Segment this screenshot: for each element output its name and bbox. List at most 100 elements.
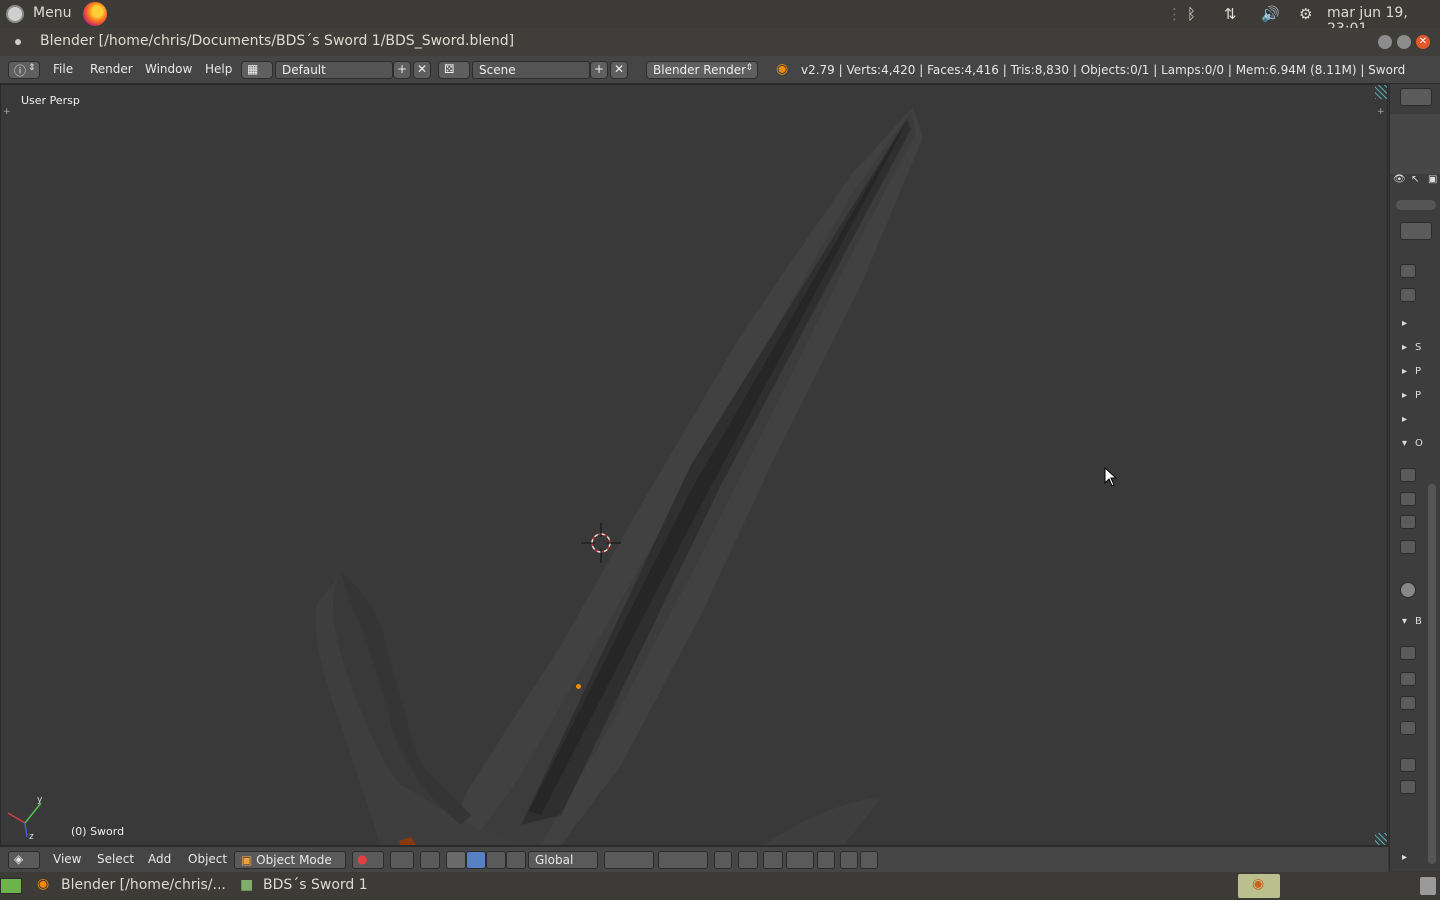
panel-collapse-icon[interactable]: ▾	[1402, 438, 1407, 449]
panel-expand-icon[interactable]: ▸	[1402, 414, 1407, 425]
copy-settings-icon[interactable]	[1400, 468, 1416, 482]
info-header: ⓘ ⇕ File Render Window Help ▦ Default + …	[0, 56, 1440, 84]
screen-layout-field[interactable]: Default	[275, 61, 393, 79]
proportional-edit-icon[interactable]	[738, 851, 758, 869]
screen-layout-selector[interactable]: ▦	[241, 61, 273, 79]
properties-editor-type-button[interactable]	[1400, 222, 1432, 240]
scale-manipulator-icon[interactable]	[486, 851, 506, 869]
scene-layers-grid-2[interactable]	[658, 851, 708, 869]
render-camera-icon[interactable]: ▣	[1428, 174, 1437, 185]
3d-view-header: ◈ View Select Add Object ▣ Object Mode ●…	[0, 846, 1388, 872]
firefox-icon[interactable]	[83, 2, 107, 26]
menu-view[interactable]: View	[53, 852, 81, 866]
3d-viewport[interactable]: User Persp y z (0) Sword + +	[0, 84, 1388, 846]
menu-file[interactable]: File	[53, 62, 73, 76]
menu-object[interactable]: Object	[188, 852, 227, 866]
toggle-icon[interactable]	[1400, 515, 1416, 529]
add-scene-button[interactable]: +	[590, 61, 608, 79]
viewport-shading-select[interactable]: ●	[352, 851, 384, 869]
visibility-eye-icon[interactable]: 👁	[1393, 174, 1406, 185]
editor-type-button[interactable]: ◈	[8, 851, 40, 869]
scene-selector[interactable]: ⚄	[438, 61, 470, 79]
pivot-point-select[interactable]	[390, 851, 414, 869]
panel-collapse-icon[interactable]: ▾	[1402, 616, 1407, 627]
overflow-dots-icon[interactable]: ⋮	[1167, 5, 1182, 23]
render-engine-select[interactable]: Blender Render ⇕	[646, 61, 758, 79]
render-layers-tab-icon[interactable]	[1400, 288, 1416, 302]
object-origin-dot[interactable]	[576, 684, 581, 689]
trash-icon[interactable]	[1420, 877, 1436, 895]
option-button[interactable]	[1400, 696, 1416, 710]
interaction-mode-label: Object Mode	[256, 853, 332, 867]
ubuntu-menu-icon[interactable]	[6, 5, 24, 23]
sword-model[interactable]	[1, 85, 1388, 846]
properties-toggle-icon[interactable]: +	[1377, 107, 1385, 117]
bake-camera-icon[interactable]	[1400, 646, 1416, 660]
3d-cursor-icon[interactable]	[581, 523, 621, 563]
translate-manipulator-icon[interactable]	[446, 851, 466, 869]
taskbar-item-folder[interactable]: BDS´s Sword 1	[263, 877, 368, 893]
workspace-indicator[interactable]: ◉	[1238, 874, 1280, 898]
scene-field[interactable]: Scene	[472, 61, 590, 79]
transform-icon[interactable]	[506, 851, 526, 869]
editor-type-button[interactable]: ⓘ ⇕	[8, 61, 40, 79]
rotate-manipulator-icon[interactable]	[466, 851, 486, 869]
film-icon[interactable]	[1400, 540, 1416, 554]
taskbar-item-blender[interactable]: Blender [/home/chris/...	[61, 877, 226, 893]
panel-label: S	[1415, 342, 1422, 353]
show-desktop-icon[interactable]	[0, 878, 22, 894]
layer-lock-icon[interactable]	[714, 851, 732, 869]
area-corner-handle[interactable]	[1375, 85, 1387, 99]
outliner-scrollbar[interactable]	[1396, 200, 1436, 210]
delete-layout-button[interactable]: ✕	[413, 61, 431, 79]
menu-help[interactable]: Help	[205, 62, 232, 76]
object-mode-cube-icon: ▣	[241, 853, 253, 867]
menu-select[interactable]: Select	[97, 852, 134, 866]
os-menu-label[interactable]: Menu	[33, 5, 71, 21]
menu-window[interactable]: Window	[145, 62, 192, 76]
panel-expand-icon[interactable]: ▸	[1402, 390, 1407, 401]
bluetooth-icon[interactable]: ᛒ	[1187, 5, 1196, 23]
minimize-button[interactable]	[1378, 35, 1392, 49]
window-menu-icon[interactable]	[15, 39, 21, 45]
render-engine-label: Blender Render	[653, 63, 747, 77]
manipulator-toggle[interactable]	[420, 851, 440, 869]
blender-workspace-icon: ◉	[1252, 876, 1265, 892]
render-tab-icon[interactable]	[1400, 264, 1416, 278]
delete-scene-button[interactable]: ✕	[610, 61, 628, 79]
shading-solid-icon: ●	[357, 852, 368, 866]
select-pointer-icon[interactable]: ↖	[1411, 174, 1419, 185]
checkbox-icon[interactable]	[1400, 492, 1416, 506]
settings-icon[interactable]: ⚙	[1299, 5, 1312, 23]
network-icon[interactable]: ⇅	[1224, 5, 1237, 23]
menu-render[interactable]: Render	[90, 62, 133, 76]
render-opengl-image-icon[interactable]	[840, 851, 858, 869]
area-corner-handle[interactable]	[1375, 833, 1387, 845]
panel-label: P	[1415, 390, 1422, 401]
snap-target-icon[interactable]	[817, 851, 835, 869]
add-layout-button[interactable]: +	[393, 61, 411, 79]
panel-expand-icon[interactable]: ▸	[1402, 318, 1407, 329]
toolshelf-toggle-icon[interactable]: +	[3, 107, 11, 117]
shading-sphere-icon[interactable]	[1400, 582, 1416, 598]
snap-element-select[interactable]	[786, 851, 814, 869]
option-button[interactable]	[1400, 758, 1416, 772]
snap-toggle-icon[interactable]	[763, 851, 783, 869]
outliner-area[interactable]	[1390, 114, 1440, 174]
panel-expand-icon[interactable]: ▸	[1402, 366, 1407, 377]
scene-layers-grid-1[interactable]	[604, 851, 654, 869]
maximize-button[interactable]	[1397, 35, 1411, 49]
panel-expand-icon[interactable]: ▸	[1402, 852, 1407, 863]
option-button[interactable]	[1400, 721, 1416, 735]
panel-expand-icon[interactable]: ▸	[1402, 342, 1407, 353]
volume-icon[interactable]: 🔊	[1261, 5, 1280, 23]
render-opengl-animation-icon[interactable]	[860, 851, 878, 869]
stepper-icon[interactable]	[1400, 672, 1416, 686]
outliner-editor-type-button[interactable]	[1400, 88, 1432, 106]
interaction-mode-select[interactable]: ▣ Object Mode	[234, 851, 346, 869]
checkbox-icon[interactable]	[1400, 780, 1416, 794]
menu-add[interactable]: Add	[148, 852, 171, 866]
transform-orientation-select[interactable]: Global	[528, 851, 598, 869]
close-button[interactable]: ✕	[1416, 35, 1430, 49]
properties-scrollbar[interactable]	[1428, 484, 1436, 864]
